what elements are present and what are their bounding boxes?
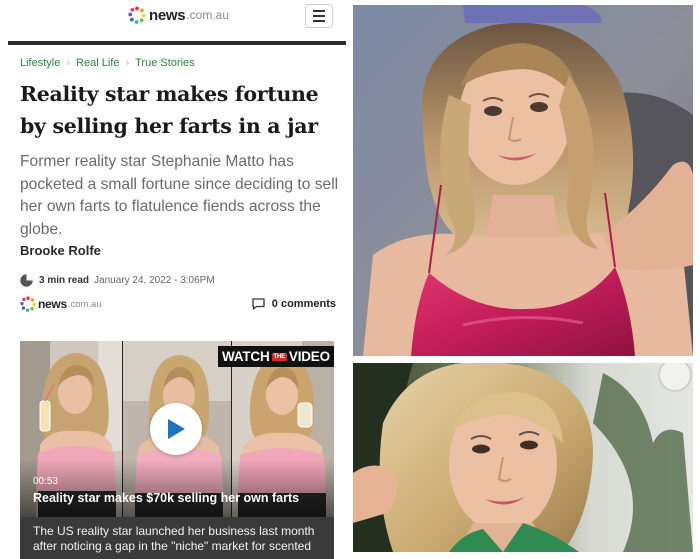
play-icon [168,419,185,439]
author-name[interactable]: Brooke Rolfe [20,243,101,258]
comment-icon [252,298,265,310]
logo-domain: .com.au [186,8,230,22]
video-title[interactable]: Reality star makes $70k selling her own … [33,491,299,505]
video-overlay [20,459,334,517]
breadcrumb-real-life[interactable]: Real Life [76,57,119,69]
watch-the-video-badge: WATCH THE VIDEO [218,346,334,367]
chevron-right-icon: › [125,57,130,69]
badge-the: THE [271,352,287,361]
comments-link[interactable]: 0 comments [252,298,336,310]
source-row: news .com.au 0 comments [20,296,336,314]
clock-icon [20,274,33,287]
hamburger-icon [313,10,325,12]
source-logo-domain: .com.au [67,298,102,310]
source-logo-word: news [38,297,67,311]
header-divider [8,41,346,45]
breadcrumb-lifestyle[interactable]: Lifestyle [20,57,60,69]
site-logo[interactable]: news .com.au [128,5,229,25]
hamburger-icon-bar [313,20,325,22]
badge-watch: WATCH [222,349,270,364]
source-logo: news .com.au [20,296,102,312]
play-button[interactable] [150,403,202,455]
chevron-right-icon: › [66,57,71,69]
read-time: 3 min read [39,275,90,286]
breadcrumb-true-stories[interactable]: True Stories [135,57,195,69]
logo-dots-icon [20,296,36,312]
article-meta: 3 min read January 24, 2022 - 3:06PM [20,274,215,287]
logo-dots-icon [128,6,146,24]
breadcrumb: Lifestyle › Real Life › True Stories [20,57,195,69]
comments-count: 0 comments [271,298,336,310]
article-headline: Reality star makes fortune by selling he… [20,82,319,138]
logo-word: news [149,6,186,24]
video-duration: 00:53 [33,476,59,487]
menu-button[interactable] [305,4,333,28]
hamburger-icon-bar [313,15,325,17]
badge-video: VIDEO [288,349,330,364]
article-screenshot: news .com.au Lifestyle › Real Life › True… [0,0,350,559]
article-standfirst: Former reality star Stephanie Matto has … [20,153,339,238]
site-header: news .com.au [0,0,350,42]
video-player[interactable]: WATCH THE VIDEO 00:53 Reality star makes $… [20,341,334,559]
portrait-photo-top [353,5,693,356]
publish-date: January 24, 2022 - 3:06PM [94,275,215,286]
portrait-photo-bottom [353,363,693,552]
video-caption: The US reality star launched her busines… [20,517,334,559]
